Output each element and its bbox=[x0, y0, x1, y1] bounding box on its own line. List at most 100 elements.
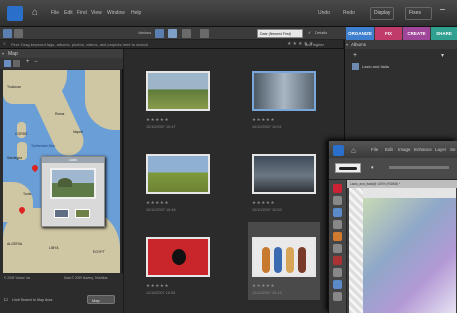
zoom-tool-icon[interactable] bbox=[333, 196, 342, 205]
photo-thumbnail-selected[interactable] bbox=[252, 71, 316, 111]
brush-size-slider[interactable] bbox=[389, 166, 449, 169]
document-tab[interactable]: Lazio_and_Italia@ 100% (RGB/8) * bbox=[347, 180, 457, 188]
sort-dropdown[interactable]: Date (Newest First) bbox=[257, 29, 303, 38]
menu-file[interactable]: File bbox=[51, 10, 59, 16]
app-logo-icon[interactable] bbox=[7, 6, 23, 21]
add-album-icon[interactable]: + bbox=[353, 52, 357, 59]
menu-help[interactable]: Help bbox=[131, 10, 141, 16]
editor-logo-icon[interactable] bbox=[333, 145, 344, 156]
photo-rating[interactable]: ★★★★★ bbox=[252, 117, 275, 123]
rating-filter-label: and higher bbox=[305, 42, 324, 47]
map-panel-header: ▾ Map bbox=[0, 49, 123, 58]
photo-thumbnail[interactable] bbox=[252, 154, 316, 194]
tab-fix[interactable]: FIX bbox=[375, 27, 402, 40]
image-canvas[interactable] bbox=[349, 188, 456, 313]
lasso-tool-icon[interactable] bbox=[333, 244, 342, 253]
limit-search-label: Limit Search to Map Area bbox=[12, 298, 53, 302]
photo-thumbnail[interactable] bbox=[146, 154, 210, 194]
slideshow-icon[interactable] bbox=[200, 29, 209, 38]
tab-create[interactable]: CREATE bbox=[403, 27, 430, 40]
brush-dropdown-icon[interactable]: ▾ bbox=[371, 165, 374, 171]
place-label: CORSE bbox=[15, 132, 28, 136]
move-tool-icon[interactable] bbox=[333, 184, 342, 193]
find-bar[interactable]: ⌕ Find: Drag keyword tags, albums, photo… bbox=[0, 40, 343, 49]
editor-menu-layer[interactable]: Layer bbox=[435, 147, 446, 152]
photo-rating[interactable]: ★★★★★ bbox=[146, 117, 169, 123]
photo-rating[interactable]: ★★★★★ bbox=[146, 283, 169, 289]
photo-date: 10/10/2007 10:46 bbox=[146, 208, 176, 212]
photo-date: 10/10/2007 10:52 bbox=[252, 208, 282, 212]
menu-view[interactable]: View bbox=[91, 10, 102, 16]
text-tool-icon[interactable] bbox=[333, 280, 342, 289]
fixes-dropdown[interactable]: Fixes bbox=[405, 7, 432, 20]
zoom-in-icon[interactable]: + bbox=[26, 59, 30, 65]
details-checkbox-icon[interactable]: ✓ bbox=[308, 30, 311, 35]
popup-photo-thumbnail[interactable] bbox=[50, 168, 96, 199]
photo-thumbnail[interactable] bbox=[146, 237, 210, 277]
tab-share[interactable]: SHARE bbox=[431, 27, 457, 40]
place-label: EGYPT bbox=[93, 250, 105, 254]
minimize-icon[interactable] bbox=[440, 9, 445, 14]
back-icon[interactable] bbox=[3, 29, 12, 38]
expand-icon[interactable]: ▾ bbox=[346, 42, 348, 47]
single-view-icon[interactable] bbox=[168, 29, 177, 38]
details-label: Details bbox=[315, 30, 328, 35]
album-list-item[interactable]: Lazio and Italia bbox=[350, 62, 454, 71]
tool-options-bar: ▾ bbox=[329, 158, 457, 180]
editor-menu-select[interactable]: Se bbox=[450, 147, 456, 152]
albums-header[interactable]: ▾ Albums bbox=[345, 40, 457, 49]
map-type-button[interactable]: Map bbox=[87, 295, 115, 304]
photo-date: 12/10/2007 10:13 bbox=[252, 291, 282, 295]
canvas-transparency bbox=[349, 188, 363, 313]
home-icon[interactable]: ⌂ bbox=[32, 8, 42, 18]
zoom-tool-icon[interactable] bbox=[13, 60, 20, 67]
menu-find[interactable]: Find bbox=[77, 10, 87, 16]
album-options-icon[interactable]: ▾ bbox=[441, 52, 444, 59]
grid-view-icon[interactable] bbox=[155, 29, 164, 38]
photo-rating[interactable]: ★★★★★ bbox=[252, 200, 275, 206]
editor-home-icon[interactable]: ⌂ bbox=[351, 146, 356, 155]
forward-icon[interactable] bbox=[14, 29, 23, 38]
photo-rating[interactable]: ★★★★★ bbox=[146, 200, 169, 206]
canvas-photo bbox=[363, 198, 456, 313]
photo-hill bbox=[58, 178, 72, 187]
limit-checkbox-icon[interactable]: ☐ bbox=[4, 297, 8, 302]
brush-preset-picker[interactable] bbox=[335, 163, 361, 173]
place-label: Toulouse bbox=[7, 85, 22, 89]
photo-date: 10/10/2007 10:51 bbox=[252, 125, 282, 129]
place-label: ALGERIA bbox=[7, 242, 23, 246]
zoom-out-icon[interactable]: − bbox=[34, 59, 38, 65]
eyedropper-tool-icon[interactable] bbox=[333, 220, 342, 229]
hand-tool-icon[interactable] bbox=[4, 60, 11, 67]
map-popup[interactable]: Lazio bbox=[41, 156, 105, 227]
photo-date: 10/10/2007 10:47 bbox=[146, 125, 176, 129]
photo-thumbnail[interactable] bbox=[146, 71, 210, 111]
place-label: Roma bbox=[55, 112, 65, 116]
guitar-shape bbox=[274, 247, 282, 273]
marquee-tool-icon[interactable] bbox=[333, 232, 342, 241]
hand-tool-icon[interactable] bbox=[333, 208, 342, 217]
editor-menu-enhance[interactable]: Enhance bbox=[414, 147, 432, 152]
photo-thumbnail[interactable] bbox=[252, 237, 316, 277]
map-view-icon[interactable] bbox=[182, 29, 191, 38]
display-dropdown[interactable]: Display bbox=[370, 7, 394, 20]
redo-button[interactable]: Redo bbox=[343, 10, 355, 16]
place-label: Napoli bbox=[73, 130, 83, 134]
menu-edit[interactable]: Edit bbox=[64, 10, 73, 16]
eraser-tool-icon[interactable] bbox=[333, 268, 342, 277]
guitar-shape bbox=[298, 247, 306, 273]
brush-tool-icon[interactable] bbox=[333, 256, 342, 265]
editor-menu-file[interactable]: File bbox=[371, 147, 378, 152]
undo-button[interactable]: Undo bbox=[318, 10, 330, 16]
popup-thumb-2[interactable] bbox=[75, 209, 90, 218]
find-bar-text: Find: Drag keyword tags, albums, photos,… bbox=[11, 42, 149, 47]
crop-tool-icon[interactable] bbox=[333, 292, 342, 301]
editor-menu-image[interactable]: Image bbox=[398, 147, 411, 152]
editor-menu-edit[interactable]: Edit bbox=[385, 147, 393, 152]
popup-thumb-1[interactable] bbox=[54, 209, 69, 218]
menu-window[interactable]: Window bbox=[107, 10, 125, 16]
map-pin-icon[interactable] bbox=[30, 163, 40, 173]
tab-organize[interactable]: ORGANIZE bbox=[346, 27, 374, 40]
collapse-icon[interactable]: ▾ bbox=[2, 51, 4, 56]
photo-rating[interactable]: ★★★★★ bbox=[252, 283, 275, 289]
